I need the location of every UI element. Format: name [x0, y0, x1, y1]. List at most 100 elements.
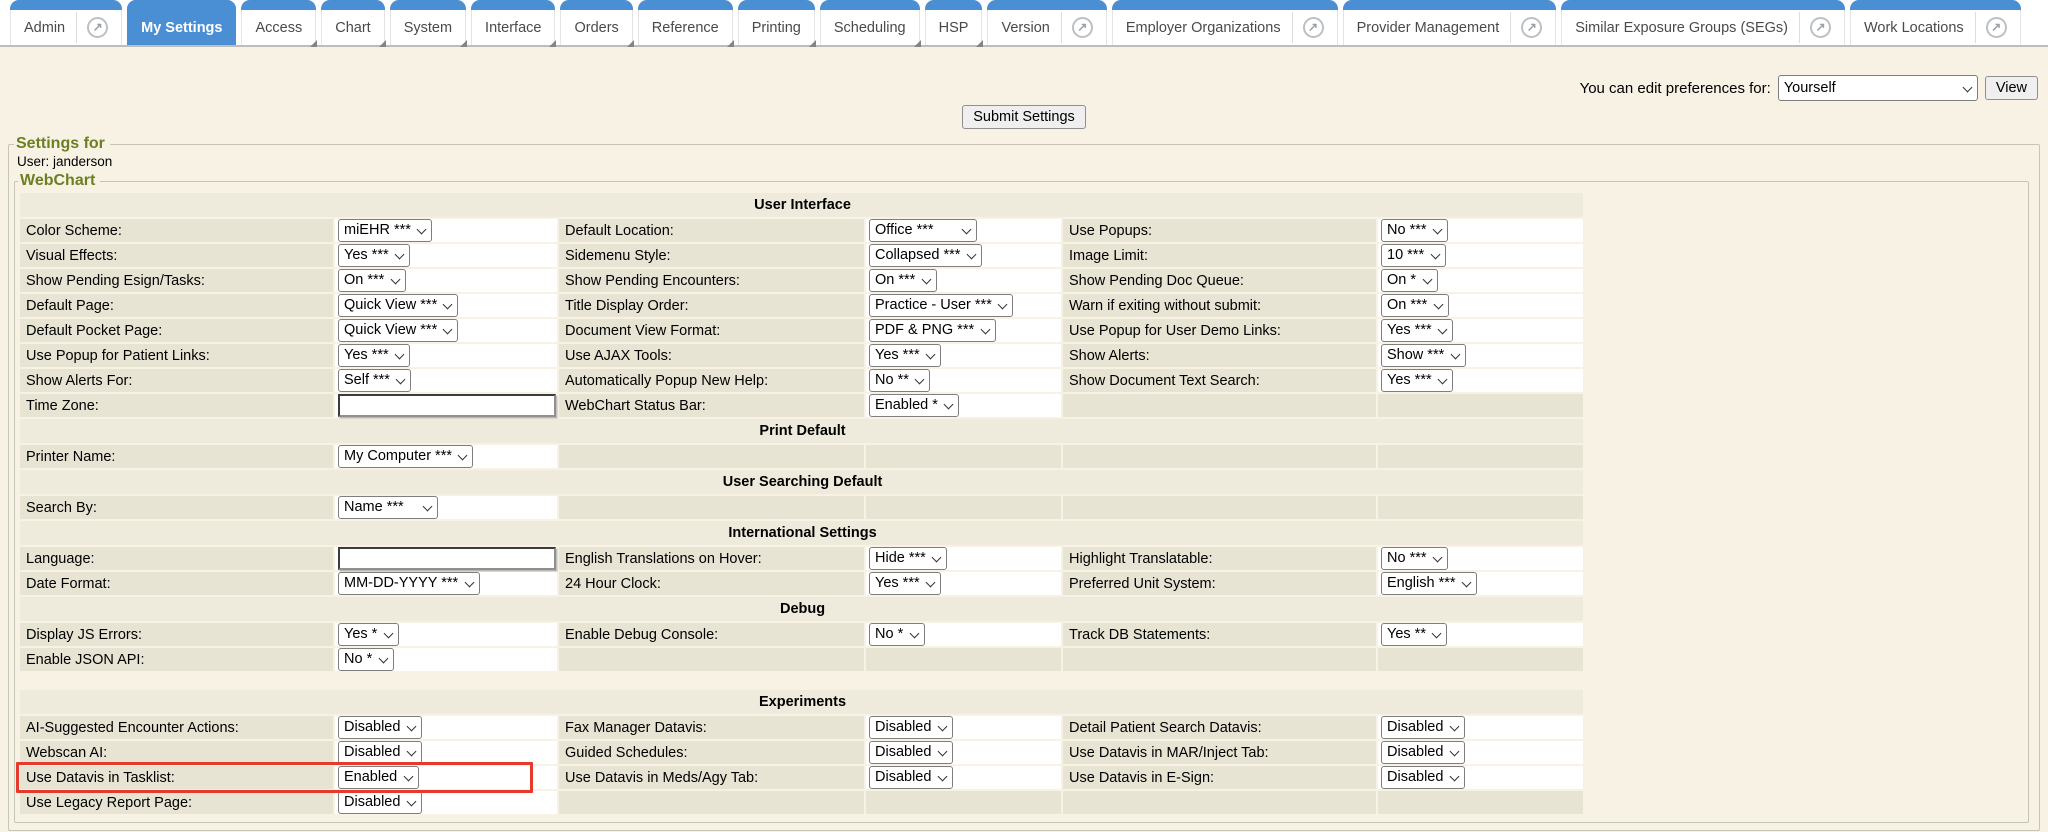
setting-select[interactable]: No *** [1381, 547, 1448, 570]
tab-label: Scheduling [834, 20, 906, 36]
setting-select[interactable]: Disabled [1381, 766, 1465, 789]
tab-work-locations[interactable]: Work Locations↗ [1850, 0, 2021, 45]
tab-orders[interactable]: Orders [560, 0, 632, 45]
tab-similar-exposure-groups-segs[interactable]: Similar Exposure Groups (SEGs) ↗ [1561, 0, 1845, 45]
setting-select[interactable]: Yes *** [869, 344, 941, 367]
setting-select[interactable]: Office *** [869, 219, 977, 242]
tab-scheduling[interactable]: Scheduling [820, 0, 920, 45]
section-header-row: International Settings [20, 521, 1583, 545]
edit-preferences-select[interactable]: Yourself [1778, 75, 1978, 101]
webchart-legend: WebChart [18, 172, 100, 190]
setting-value-cell: English *** [1378, 572, 1583, 595]
external-link-icon[interactable]: ↗ [1303, 17, 1324, 38]
setting-select[interactable]: Show *** [1381, 344, 1466, 367]
tab-admin[interactable]: Admin↗ [10, 0, 122, 45]
setting-select[interactable]: English *** [1381, 572, 1477, 595]
setting-select[interactable]: Enabled * [869, 394, 959, 417]
setting-label: Search By: [20, 496, 333, 519]
tab-my-settings[interactable]: My Settings [127, 0, 236, 45]
setting-select[interactable]: No ** [869, 369, 930, 392]
setting-select[interactable]: No * [869, 623, 925, 646]
setting-row: Default Page:Quick View ***Title Display… [20, 294, 1583, 317]
setting-select[interactable]: Yes *** [1381, 369, 1453, 392]
setting-select[interactable]: Disabled [869, 766, 953, 789]
setting-select[interactable]: MM-DD-YYYY *** [338, 572, 480, 595]
setting-value-cell: No * [866, 623, 1061, 646]
setting-value-cell [335, 394, 557, 417]
setting-value-cell: Collapsed *** [866, 244, 1061, 267]
setting-select[interactable]: Yes *** [338, 244, 410, 267]
setting-select[interactable]: Quick View *** [338, 319, 458, 342]
tab-interface[interactable]: Interface [471, 0, 555, 45]
setting-select[interactable]: Yes *** [869, 572, 941, 595]
setting-select[interactable]: PDF & PNG *** [869, 319, 996, 342]
setting-select[interactable]: Quick View *** [338, 294, 458, 317]
setting-value-cell: On *** [1378, 294, 1583, 317]
setting-select[interactable]: Name *** [338, 496, 438, 519]
tab-provider-management[interactable]: Provider Management↗ [1343, 0, 1557, 45]
setting-select[interactable]: miEHR *** [338, 219, 432, 242]
setting-select[interactable]: On *** [338, 269, 406, 292]
setting-select[interactable]: No *** [1381, 219, 1448, 242]
setting-select[interactable]: Disabled [338, 741, 422, 764]
tab-label: Similar Exposure Groups (SEGs) [1575, 20, 1788, 36]
view-button[interactable]: View [1985, 76, 2038, 100]
tab-system[interactable]: System [390, 0, 466, 45]
setting-select[interactable]: Yes * [338, 623, 399, 646]
tab-label: Reference [652, 20, 719, 36]
setting-select[interactable]: No * [338, 648, 394, 671]
setting-label: Use Popup for Patient Links: [20, 344, 333, 367]
setting-select[interactable]: Collapsed *** [869, 244, 982, 267]
setting-select[interactable]: Self *** [338, 369, 411, 392]
setting-select[interactable]: Disabled [338, 791, 422, 814]
external-link-icon[interactable]: ↗ [1986, 17, 2007, 38]
setting-value-cell: Yes *** [866, 344, 1061, 367]
setting-label: Image Limit: [1063, 244, 1376, 267]
tab-access[interactable]: Access [241, 0, 316, 45]
setting-select[interactable]: My Computer *** [338, 445, 473, 468]
tab-employer-organizations[interactable]: Employer Organizations↗ [1112, 0, 1338, 45]
setting-value-cell: Disabled [866, 741, 1061, 764]
tab-hsp[interactable]: HSP [925, 0, 983, 45]
external-link-icon[interactable]: ↗ [1072, 17, 1093, 38]
setting-value-cell: Yes * [335, 623, 557, 646]
setting-select[interactable]: Disabled [1381, 716, 1465, 739]
external-link-icon[interactable]: ↗ [1810, 17, 1831, 38]
text-input[interactable] [338, 547, 556, 570]
text-input[interactable] [338, 394, 556, 417]
setting-value-cell: Disabled [335, 791, 557, 814]
setting-select[interactable]: Disabled [869, 716, 953, 739]
setting-select[interactable]: Yes *** [1381, 319, 1453, 342]
setting-select[interactable]: Disabled [869, 741, 953, 764]
setting-select[interactable]: Enabled [338, 766, 419, 789]
setting-select[interactable]: Hide *** [869, 547, 947, 570]
tab-label: Chart [335, 20, 370, 36]
setting-select[interactable]: Disabled [1381, 741, 1465, 764]
setting-label: Display JS Errors: [20, 623, 333, 646]
setting-select[interactable]: Yes *** [338, 344, 410, 367]
tab-label: Orders [574, 20, 618, 36]
setting-label: Sidemenu Style: [559, 244, 864, 267]
tab-label: HSP [939, 20, 969, 36]
setting-label: Printer Name: [20, 445, 333, 468]
setting-select[interactable]: Yes ** [1381, 623, 1447, 646]
tab-chart[interactable]: Chart [321, 0, 384, 45]
setting-select[interactable]: Practice - User *** [869, 294, 1013, 317]
submit-settings-button[interactable]: Submit Settings [962, 105, 1086, 129]
setting-select[interactable]: Disabled [338, 716, 422, 739]
setting-label: Enable JSON API: [20, 648, 333, 671]
section-title: User Searching Default [20, 470, 1583, 494]
external-link-icon[interactable]: ↗ [87, 17, 108, 38]
tab-version[interactable]: Version↗ [987, 0, 1106, 45]
external-link-icon[interactable]: ↗ [1521, 17, 1542, 38]
setting-select[interactable]: On * [1381, 269, 1438, 292]
tab-icon-segment: ↗ [1975, 12, 2007, 43]
setting-select[interactable]: 10 *** [1381, 244, 1446, 267]
setting-row: Language:English Translations on Hover:H… [20, 547, 1583, 570]
setting-label: WebChart Status Bar: [559, 394, 864, 417]
setting-value-cell: Yes *** [866, 572, 1061, 595]
tab-printing[interactable]: Printing [738, 0, 815, 45]
tab-reference[interactable]: Reference [638, 0, 733, 45]
setting-select[interactable]: On *** [869, 269, 937, 292]
setting-select[interactable]: On *** [1381, 294, 1449, 317]
